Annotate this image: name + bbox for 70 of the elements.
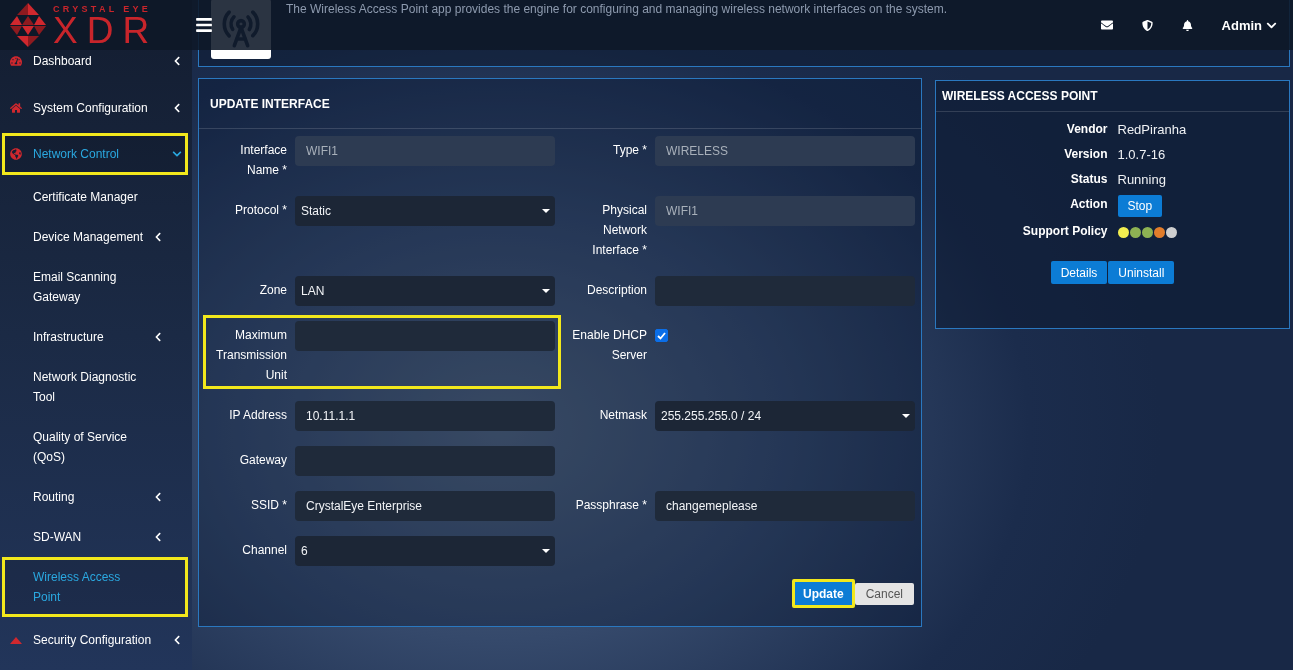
caret-icon — [542, 209, 550, 213]
field-label: Passphrase * — [574, 497, 647, 514]
select-field[interactable]: LAN — [295, 276, 555, 306]
sidebar-subitem[interactable]: Infrastructure — [2, 317, 188, 357]
detail-value: 1.0.7-16 — [1117, 147, 1166, 162]
sidebar-subitem[interactable]: SD-WAN — [2, 517, 188, 557]
menu-icon[interactable] — [195, 16, 213, 34]
gauge-icon — [10, 54, 22, 67]
shield-icon[interactable] — [1141, 19, 1153, 31]
text-input[interactable]: 10.11.1.1 — [295, 401, 555, 431]
diamond-logo-icon — [8, 2, 48, 48]
field-label: Netmask — [598, 407, 647, 424]
field-label: IP Address — [228, 407, 287, 424]
bell-icon[interactable] — [1181, 19, 1193, 31]
cancel-button[interactable]: Cancel — [854, 582, 914, 605]
sidebar-subitem[interactable]: Network Diagnostic Tool — [2, 357, 188, 417]
caret-icon — [902, 414, 910, 418]
field-label: Enable DHCP Server — [571, 327, 647, 364]
sidebar-item[interactable]: System Configuration — [2, 87, 188, 129]
triangle-icon — [10, 636, 22, 644]
app-description: The Wireless Access Point app provides the engine for configuring and managing wireless network interfaces on the system. — [286, 1, 947, 18]
field-label: Gateway — [238, 452, 287, 469]
brand-name: CRYSTAL EYE — [53, 3, 152, 15]
sidebar-subitem[interactable]: Certificate Manager — [2, 177, 188, 217]
text-input[interactable] — [655, 276, 915, 306]
sidebar-item[interactable]: Network Control — [2, 133, 188, 175]
product-name: XDR — [53, 14, 159, 47]
detail-value: RedPiranha — [1117, 122, 1187, 137]
update-button[interactable]: Update — [791, 579, 855, 608]
panel-title: WIRELESS ACCESS POINT — [942, 89, 1098, 103]
sidebar-item[interactable]: Security Configuration — [2, 619, 188, 661]
stop-button[interactable]: Stop — [1117, 195, 1163, 217]
detail-label: Support Policy — [1022, 224, 1108, 239]
panel-button[interactable]: Uninstall — [1108, 261, 1175, 284]
field-label: Physical Network Interface * — [591, 202, 647, 259]
detail-label: Action — [1070, 197, 1108, 213]
field-label: Interface Name * — [239, 142, 287, 179]
field-label: Description — [585, 282, 647, 299]
field-label: Type * — [611, 142, 647, 159]
sidebar-item[interactable]: Dashboard — [2, 50, 188, 74]
select-field[interactable]: 255.255.255.0 / 24 — [655, 401, 915, 431]
detail-label: Vendor — [1066, 122, 1108, 137]
sidebar-subitem[interactable]: Wireless Access Point — [2, 557, 188, 617]
globe-icon — [10, 148, 22, 160]
caret-icon — [542, 289, 550, 293]
text-input[interactable]: CrystalEye Enterprise — [295, 491, 555, 521]
select-field[interactable]: Static — [295, 196, 555, 226]
detail-value: Running — [1117, 172, 1166, 187]
field-label: Channel — [241, 542, 287, 559]
field-label: Protocol * — [233, 202, 287, 219]
select-field[interactable]: 6 — [295, 536, 555, 566]
panel-button[interactable]: Details — [1050, 261, 1108, 284]
detail-label: Status — [1070, 172, 1108, 187]
caret-icon — [542, 549, 550, 553]
sidebar-subitem[interactable]: Quality of Service (QoS) — [2, 417, 188, 477]
field-label: Zone — [258, 282, 287, 299]
checkbox[interactable] — [655, 329, 668, 342]
sidebar-subitem[interactable]: Routing — [2, 477, 188, 517]
detail-label: Version — [1064, 147, 1108, 162]
card-title: UPDATE INTERFACE — [210, 96, 330, 111]
text-input[interactable] — [295, 446, 555, 476]
text-input[interactable]: changemeplease — [655, 491, 915, 521]
user-menu-button[interactable]: Admin — [1221, 17, 1277, 33]
mail-icon[interactable] — [1100, 19, 1113, 31]
field-label: Maximum Transmission Unit — [215, 327, 287, 384]
sidebar-subitem[interactable]: Email Scanning Gateway — [2, 257, 188, 317]
house-icon — [10, 102, 22, 114]
sidebar-subitem[interactable]: Device Management — [2, 217, 188, 257]
text-input[interactable] — [295, 321, 555, 351]
field-label: SSID * — [250, 497, 287, 514]
